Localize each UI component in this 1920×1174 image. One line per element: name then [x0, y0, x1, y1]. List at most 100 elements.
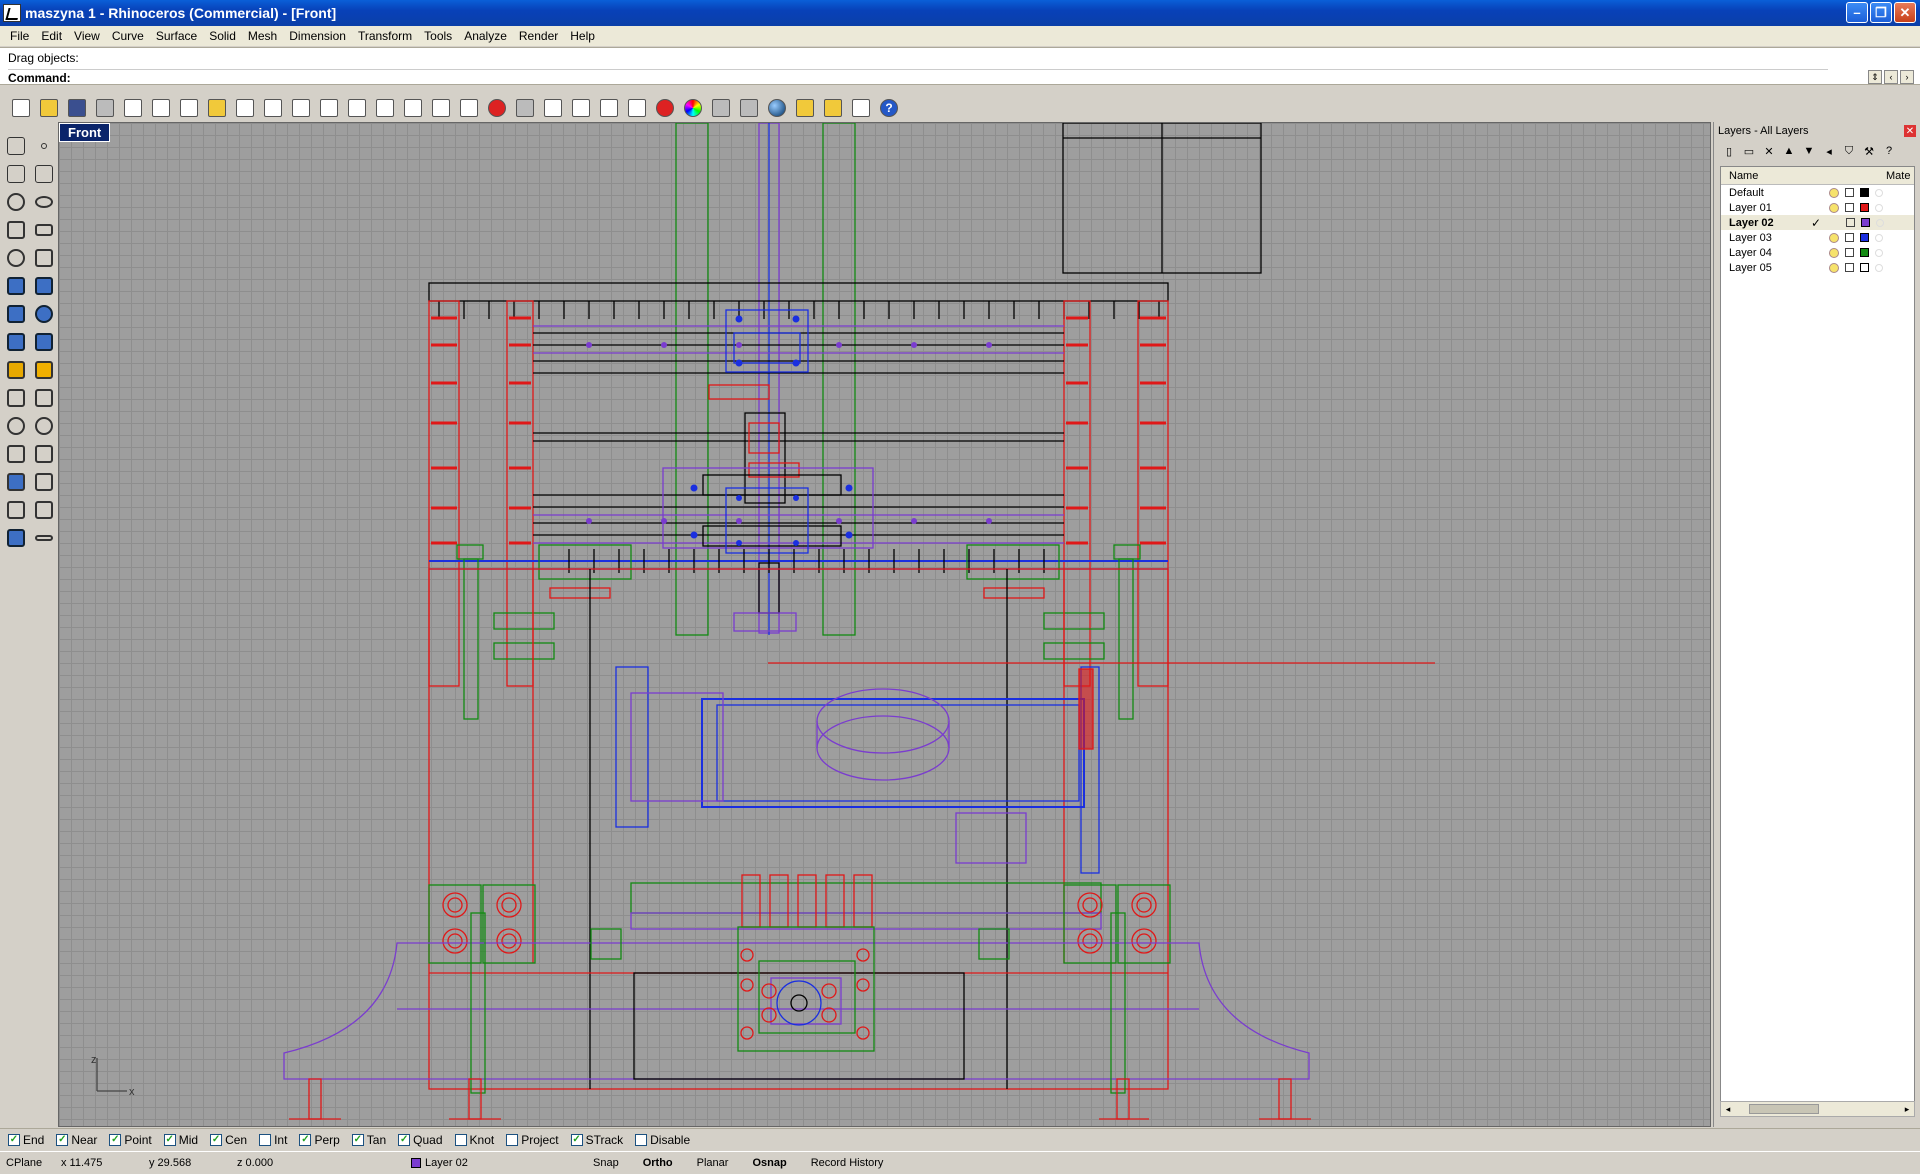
menu-tools[interactable]: Tools — [418, 29, 458, 43]
minimize-button[interactable]: – — [1846, 2, 1868, 23]
dimension-tool[interactable] — [30, 468, 58, 495]
rectangle-curve-tool[interactable] — [30, 160, 58, 187]
zoom-button[interactable] — [316, 95, 342, 121]
pencil-button[interactable] — [792, 95, 818, 121]
menu-solid[interactable]: Solid — [203, 29, 242, 43]
layer-name[interactable]: Layer 05 — [1721, 262, 1811, 274]
text-tool[interactable] — [2, 468, 30, 495]
current-layer-check[interactable]: ✓ — [1811, 216, 1829, 230]
layer-row[interactable]: Layer 02 ✓ — [1721, 215, 1914, 230]
wireframe-button[interactable] — [512, 95, 538, 121]
join-tool[interactable] — [2, 412, 30, 439]
help-icon[interactable]: ? — [1882, 144, 1896, 158]
layer-color-swatch[interactable] — [1860, 233, 1869, 242]
osnap-mid[interactable]: ✓ Mid — [163, 1133, 198, 1147]
ortho-toggle[interactable]: Ortho — [631, 1157, 685, 1169]
material-icon[interactable] — [1875, 248, 1883, 257]
open-button[interactable] — [36, 95, 62, 121]
move-up-icon[interactable]: ▲ — [1782, 144, 1796, 158]
layer-color-swatch[interactable] — [1860, 188, 1869, 197]
layer-name[interactable]: Layer 04 — [1721, 247, 1811, 259]
rectangle-tool[interactable] — [30, 216, 58, 243]
material-icon[interactable] — [1875, 233, 1883, 242]
column-material[interactable]: Mate — [1886, 170, 1910, 182]
snap-toggle[interactable]: Snap — [581, 1157, 631, 1169]
lightbulb-icon[interactable] — [1829, 232, 1839, 243]
cylinder-tool[interactable] — [2, 328, 30, 355]
transform-tool[interactable] — [2, 356, 30, 383]
viewport-title[interactable]: Front — [59, 123, 111, 142]
lightbulb-icon[interactable] — [1829, 262, 1839, 273]
osnap-cen[interactable]: ✓ Cen — [210, 1133, 247, 1147]
pan-button[interactable] — [260, 95, 286, 121]
lock-icon[interactable] — [1845, 203, 1854, 212]
lightbulb-icon[interactable] — [1829, 202, 1839, 213]
restore-button[interactable]: ❐ — [1870, 2, 1892, 23]
points-button[interactable] — [568, 95, 594, 121]
split-tool[interactable] — [30, 384, 58, 411]
filter-icon[interactable]: ⛉ — [1842, 144, 1856, 158]
osnap-near[interactable]: ✓ Near — [56, 1133, 97, 1147]
undo-button[interactable] — [232, 95, 258, 121]
move-down-icon[interactable]: ▼ — [1802, 144, 1816, 158]
menu-render[interactable]: Render — [513, 29, 564, 43]
osnap-toggle[interactable]: Osnap — [740, 1157, 798, 1169]
analyze-tool[interactable] — [2, 496, 30, 523]
undo-view-button[interactable] — [428, 95, 454, 121]
zoom-selected-button[interactable] — [400, 95, 426, 121]
osnap-disable[interactable]: Disable — [635, 1133, 690, 1147]
layer-row[interactable]: Layer 03 — [1721, 230, 1914, 245]
edit-points-tool[interactable] — [30, 496, 58, 523]
curve-tool[interactable] — [2, 244, 30, 271]
select-tool[interactable] — [2, 132, 30, 159]
menu-file[interactable]: File — [4, 29, 35, 43]
save-button[interactable] — [64, 95, 90, 121]
render-tool[interactable] — [2, 524, 30, 551]
menu-view[interactable]: View — [68, 29, 106, 43]
layer-name[interactable]: Default — [1721, 187, 1811, 199]
spin-icon[interactable]: ⇕ — [1868, 70, 1882, 84]
delete-layer-icon[interactable]: ✕ — [1762, 144, 1776, 158]
checkbox[interactable]: ✓ — [210, 1133, 223, 1146]
close-button[interactable]: ✕ — [1894, 2, 1916, 23]
layer-color-swatch[interactable] — [1861, 218, 1870, 227]
paste-button[interactable] — [204, 95, 230, 121]
layer-button[interactable] — [652, 95, 678, 121]
print-button[interactable] — [92, 95, 118, 121]
menu-surface[interactable]: Surface — [150, 29, 203, 43]
menu-mesh[interactable]: Mesh — [242, 29, 283, 43]
layer-row[interactable]: Default — [1721, 185, 1914, 200]
cplane-label[interactable]: CPlane — [0, 1157, 55, 1169]
rotate-view-button[interactable] — [288, 95, 314, 121]
checkbox[interactable]: ✓ — [351, 1133, 364, 1146]
osnap-project[interactable]: Project — [506, 1133, 559, 1147]
osnap-point[interactable]: ✓ Point — [109, 1133, 152, 1147]
layer-color-swatch[interactable] — [1860, 248, 1869, 257]
material-icon[interactable] — [1875, 188, 1883, 197]
checkbox[interactable] — [454, 1133, 467, 1146]
render-button[interactable] — [764, 95, 790, 121]
ellipse-tool[interactable] — [30, 188, 58, 215]
checkbox[interactable]: ✓ — [570, 1133, 583, 1146]
extrude-tool[interactable] — [30, 328, 58, 355]
scroll-right-icon[interactable]: ▸ — [1901, 1103, 1913, 1115]
checkbox[interactable] — [635, 1133, 648, 1146]
import-button[interactable] — [120, 95, 146, 121]
rotate-tool[interactable] — [2, 440, 30, 467]
osnap-strack[interactable]: ✓ STrack — [570, 1133, 623, 1147]
scroll-thumb[interactable] — [1749, 1104, 1819, 1114]
tools-icon[interactable]: ⚒ — [1862, 144, 1876, 158]
menu-help[interactable]: Help — [564, 29, 601, 43]
lock-icon[interactable] — [1845, 233, 1854, 242]
circle-tool[interactable] — [2, 188, 30, 215]
current-layer[interactable]: Layer 02 — [411, 1157, 581, 1169]
options-button[interactable] — [820, 95, 846, 121]
lock-icon[interactable] — [1846, 218, 1855, 227]
command-prompt[interactable]: Command: — [8, 69, 1828, 85]
column-name[interactable]: Name — [1721, 170, 1886, 182]
lock-icon[interactable] — [1845, 263, 1854, 272]
viewport-layout-button[interactable] — [456, 95, 482, 121]
lightbulb-icon[interactable] — [1829, 187, 1839, 198]
array-tool[interactable] — [30, 440, 58, 467]
lock-icon[interactable] — [1845, 248, 1854, 257]
